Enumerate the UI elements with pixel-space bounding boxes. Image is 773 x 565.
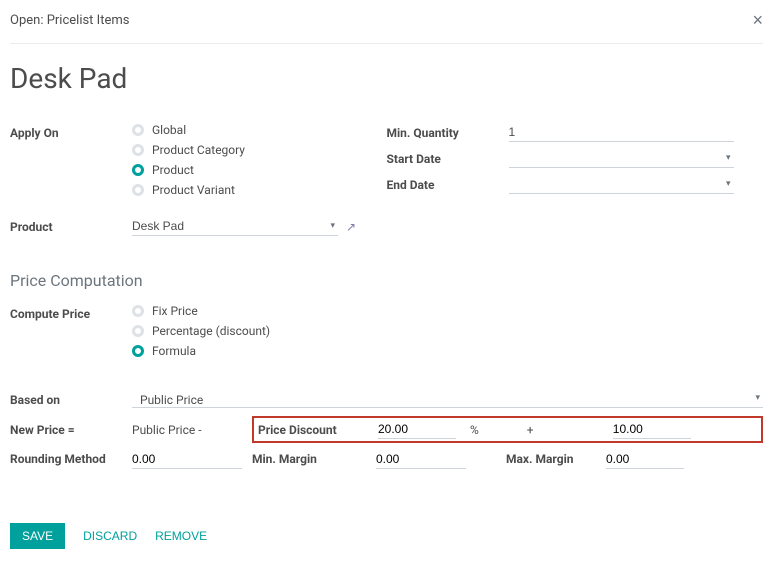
radio-product[interactable]: Product <box>132 163 387 177</box>
radio-label: Product Variant <box>152 183 235 197</box>
plus-separator: + <box>527 423 613 437</box>
dropdown-icon[interactable]: ▾ <box>723 179 734 189</box>
external-link-icon[interactable]: ↗ <box>346 220 356 234</box>
discard-button[interactable]: Discard <box>83 529 137 543</box>
page-title: Desk Pad <box>10 62 763 95</box>
close-button[interactable]: × <box>752 10 763 31</box>
new-price-base: Public Price - <box>132 423 252 437</box>
rounding-input[interactable] <box>132 450 242 469</box>
compute-price-label: Compute Price <box>10 304 132 321</box>
radio-icon <box>132 184 144 196</box>
product-select[interactable]: ▾ <box>132 217 338 236</box>
price-extra-input[interactable] <box>613 420 691 439</box>
radio-icon <box>132 144 144 156</box>
dropdown-icon: ▾ <box>752 393 763 407</box>
end-date-input[interactable] <box>509 175 723 193</box>
radio-label: Product Category <box>152 143 245 157</box>
section-price-computation: Price Computation <box>10 271 763 290</box>
radio-label: Global <box>152 123 186 137</box>
percent-symbol: % <box>470 423 479 437</box>
price-discount-label: Price Discount <box>258 423 378 437</box>
new-price-label: New Price = <box>10 423 132 437</box>
product-label: Product <box>10 217 132 234</box>
modal-footer: Save Discard Remove <box>10 513 763 565</box>
close-icon: × <box>752 10 763 30</box>
modal-header: Open: Pricelist Items × <box>10 10 763 44</box>
radio-icon <box>132 305 144 317</box>
radio-icon <box>132 345 144 357</box>
radio-category[interactable]: Product Category <box>132 143 387 157</box>
radio-icon <box>132 325 144 337</box>
end-date-select[interactable]: ▾ <box>509 175 734 194</box>
product-input[interactable] <box>132 217 327 235</box>
based-on-label: Based on <box>10 393 132 407</box>
remove-button[interactable]: Remove <box>155 529 207 543</box>
radio-percentage[interactable]: Percentage (discount) <box>132 324 763 338</box>
start-date-input[interactable] <box>509 149 723 167</box>
apply-on-label: Apply On <box>10 123 132 140</box>
apply-on-radio-group: Global Product Category Product Product … <box>132 123 387 197</box>
radio-icon <box>132 164 144 176</box>
radio-fix-price[interactable]: Fix Price <box>132 304 763 318</box>
based-on-value: Public Price <box>140 393 203 407</box>
radio-global[interactable]: Global <box>132 123 387 137</box>
start-date-select[interactable]: ▾ <box>509 149 734 168</box>
price-discount-input[interactable] <box>378 420 456 439</box>
save-button[interactable]: Save <box>10 523 65 549</box>
radio-label: Formula <box>152 344 196 358</box>
compute-price-radio-group: Fix Price Percentage (discount) Formula <box>132 304 763 358</box>
based-on-select[interactable]: Public Price ▾ <box>132 393 763 408</box>
min-margin-label: Min. Margin <box>252 452 376 466</box>
radio-label: Fix Price <box>152 304 198 318</box>
end-date-label: End Date <box>387 175 509 192</box>
dropdown-icon[interactable]: ▾ <box>327 221 338 231</box>
radio-variant[interactable]: Product Variant <box>132 183 387 197</box>
dropdown-icon[interactable]: ▾ <box>723 153 734 163</box>
modal-title: Open: Pricelist Items <box>10 13 129 28</box>
max-margin-input[interactable] <box>606 450 684 469</box>
radio-label: Percentage (discount) <box>152 324 270 338</box>
start-date-label: Start Date <box>387 149 509 166</box>
min-margin-input[interactable] <box>376 450 466 469</box>
min-qty-input[interactable] <box>509 123 734 142</box>
discount-highlight: Price Discount % + <box>252 416 763 443</box>
radio-icon <box>132 124 144 136</box>
radio-formula[interactable]: Formula <box>132 344 763 358</box>
rounding-label: Rounding Method <box>10 452 132 466</box>
max-margin-label: Max. Margin <box>506 452 606 466</box>
radio-label: Product <box>152 163 194 177</box>
min-qty-label: Min. Quantity <box>387 123 509 140</box>
